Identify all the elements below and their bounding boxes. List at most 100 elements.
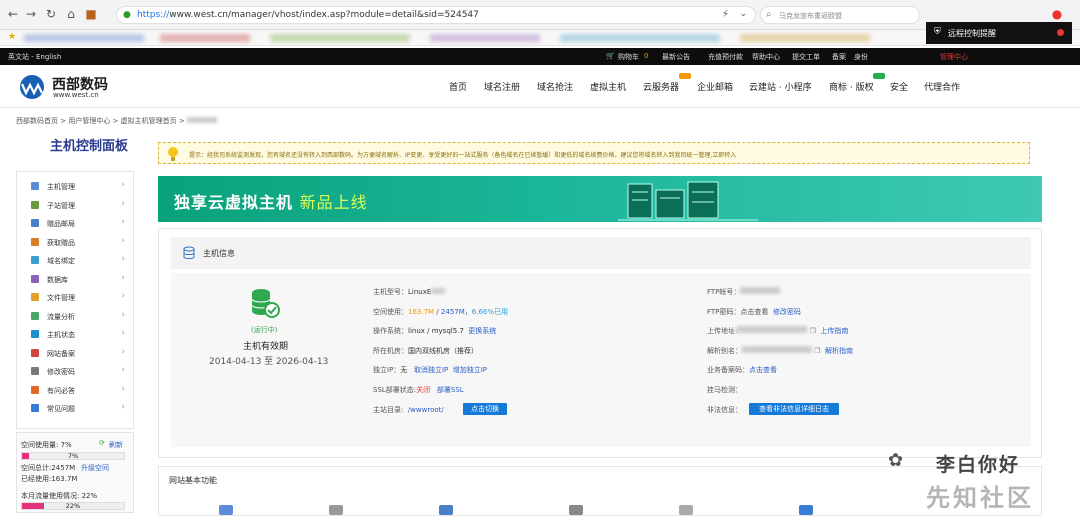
- home-icon[interactable]: ⌂: [64, 7, 78, 21]
- view-ftp-password-link[interactable]: 点击查看: [740, 308, 768, 316]
- chevron-right-icon: ›: [121, 254, 125, 264]
- chevron-down-icon[interactable]: ⌄: [739, 9, 747, 19]
- nav-security[interactable]: 安全: [890, 80, 908, 93]
- sidebar-item-label: 主机管理: [47, 183, 75, 191]
- model-field: 主机型号：LinuxE: [373, 287, 446, 297]
- notice-link[interactable]: 最新公告: [662, 52, 690, 62]
- upload-field: 上传地址: ❐ 上传指南: [707, 326, 849, 335]
- sidebar-item-label: 赠品邮局: [47, 220, 75, 228]
- reload-icon[interactable]: ↻: [44, 7, 58, 21]
- recharge-link[interactable]: 充值预付款: [708, 52, 743, 62]
- cart-link[interactable]: 购物车: [618, 52, 639, 62]
- space-usage-field: 空间使用：163.7M / 2457M，6.66%已用: [373, 308, 509, 316]
- alias-guide-link[interactable]: 解析指南: [825, 347, 853, 355]
- sidebar-item-label: 常见问题: [47, 405, 75, 413]
- logo-icon[interactable]: [16, 74, 48, 100]
- bolt-icon[interactable]: ⚡: [722, 9, 729, 20]
- nav-site-builder[interactable]: 云建站 · 小程序: [749, 80, 812, 93]
- view-biz-code-link[interactable]: 点击查看: [749, 366, 777, 374]
- basic-functions-title: 网站基本功能: [169, 476, 217, 485]
- switch-dir-button[interactable]: 点击切换: [463, 403, 507, 415]
- function-icon[interactable]: [569, 505, 583, 515]
- change-os-link[interactable]: 更换系统: [468, 327, 496, 335]
- tip-text[interactable]: 提示：经我司系统监测发现，您有域名还没有转入到西部数码。为方便域名解析、IP变更…: [189, 150, 736, 159]
- ticket-link[interactable]: 提交工单: [792, 52, 820, 62]
- sidebar-item[interactable]: 流量分析 ›: [17, 307, 133, 326]
- nav-agent[interactable]: 代理合作: [924, 80, 960, 93]
- sidebar-item[interactable]: 修改密码 ›: [17, 362, 133, 381]
- chevron-right-icon: ›: [121, 291, 125, 301]
- deploy-ssl-link[interactable]: 部署SSL: [437, 386, 464, 394]
- sidebar-item[interactable]: 子站管理 ›: [17, 196, 133, 215]
- cancel-ip-link[interactable]: 取消独立IP: [414, 366, 448, 374]
- function-icon[interactable]: [799, 505, 813, 515]
- sidebar-item-label: 文件管理: [47, 294, 75, 302]
- nav-trademark[interactable]: 商标 · 版权: [829, 73, 885, 93]
- forward-icon[interactable]: →: [24, 7, 38, 21]
- refresh-link[interactable]: 刷新: [109, 440, 123, 450]
- remote-control-popup[interactable]: ⛨ 远程控制提醒: [926, 22, 1072, 44]
- star-icon[interactable]: ★: [8, 32, 16, 42]
- function-icon[interactable]: [679, 505, 693, 515]
- sidebar-item-label: 网站备案: [47, 349, 75, 358]
- sidebar-item[interactable]: 网站备案 ›: [17, 344, 133, 363]
- illegal-log-button[interactable]: 查看非法信息详细日志: [749, 403, 839, 415]
- notice-tip: 提示：经我司系统监测发现，您有域名还没有转入到西部数码。为方便域名解析、IP变更…: [158, 142, 1030, 164]
- sidebar: 主机管理 › 子站管理 › 赠品邮局 › 获取赠品 › 域名绑定 › 数据库 › 文件管理 › 流量分析 › 主…: [16, 171, 134, 429]
- sidebar-item-icon: [31, 330, 39, 338]
- ftp-account-field: FTP帐号：: [707, 287, 781, 297]
- sidebar-item[interactable]: 有问必答 ›: [17, 381, 133, 400]
- upgrade-space-link[interactable]: 升级空间: [81, 463, 109, 473]
- identity-link[interactable]: 身份: [854, 52, 868, 62]
- nav-virtual-host[interactable]: 虚拟主机: [590, 80, 626, 93]
- nav-home[interactable]: 首页: [449, 80, 467, 93]
- chevron-right-icon: ›: [121, 346, 125, 357]
- usage-panel: 空间使用量: 7% ⟳ 刷新 7% 空间总计:2457M 升级空间 已经使用:1…: [16, 432, 134, 513]
- valid-label: 主机有效期: [243, 342, 289, 352]
- close-icon[interactable]: [1057, 29, 1064, 36]
- add-ip-link[interactable]: 增加独立IP: [453, 366, 487, 374]
- manage-link[interactable]: 管理中心: [940, 52, 968, 62]
- copy-icon[interactable]: ❐: [810, 327, 816, 335]
- lang-switch[interactable]: 英文站 - English: [8, 52, 61, 62]
- help-link[interactable]: 帮助中心: [752, 52, 780, 62]
- upload-guide-link[interactable]: 上传指南: [820, 327, 848, 335]
- sidebar-item[interactable]: 主机管理 ›: [17, 177, 133, 196]
- logo-url: www.west.cn: [53, 91, 99, 99]
- breadcrumb-user-center[interactable]: 用户管理中心: [68, 117, 110, 125]
- search-input[interactable]: ⌕ 马克龙宣布重返欧盟: [760, 6, 920, 24]
- sidebar-item[interactable]: 主机状态 ›: [17, 325, 133, 344]
- sidebar-item-icon: [31, 200, 39, 209]
- sidebar-item[interactable]: 获取赠品 ›: [17, 233, 133, 252]
- nav-enterprise-mail[interactable]: 企业邮箱: [697, 80, 733, 93]
- bookmarks-bar: ★: [0, 30, 1080, 46]
- breadcrumb-home[interactable]: 西部数码首页: [16, 117, 58, 125]
- nav-cloud-server[interactable]: 云服务器: [643, 73, 691, 93]
- sidebar-item[interactable]: 域名绑定 ›: [17, 251, 133, 270]
- cart-count: 0: [644, 52, 649, 60]
- sidebar-item[interactable]: 赠品邮局 ›: [17, 214, 133, 233]
- promo-banner[interactable]: 独享云虚拟主机 新品上线: [158, 176, 1042, 222]
- sidebar-item[interactable]: 数据库 ›: [17, 270, 133, 289]
- refresh-icon[interactable]: ⟳: [99, 439, 105, 447]
- extension-icon[interactable]: ■: [84, 7, 98, 21]
- profile-icon[interactable]: ●: [1050, 7, 1064, 21]
- chevron-right-icon: ›: [121, 309, 125, 320]
- function-icon[interactable]: [439, 505, 453, 515]
- back-icon[interactable]: ←: [6, 7, 20, 21]
- address-bar[interactable]: ● https://www.west.cn/manager/vhost/inde…: [116, 6, 756, 24]
- change-ftp-password-link[interactable]: 修改密码: [773, 308, 801, 316]
- nav-domain-grab[interactable]: 域名抢注: [537, 80, 573, 93]
- record-link[interactable]: 备案: [832, 52, 846, 62]
- function-icon[interactable]: [329, 505, 343, 515]
- wechat-icon: ✿: [888, 450, 904, 471]
- breadcrumb-vhost[interactable]: 虚拟主机管理首页: [121, 117, 177, 125]
- space-progress-bar: 7%: [21, 452, 125, 460]
- database-icon: [183, 246, 195, 259]
- copy-icon[interactable]: ❐: [814, 347, 820, 355]
- sidebar-item[interactable]: 文件管理 ›: [17, 288, 133, 307]
- nav-domain-register[interactable]: 域名注册: [484, 80, 520, 93]
- sidebar-item[interactable]: 常见问题 ›: [17, 399, 133, 418]
- function-icon[interactable]: [219, 505, 233, 515]
- chevron-right-icon: ›: [121, 383, 125, 394]
